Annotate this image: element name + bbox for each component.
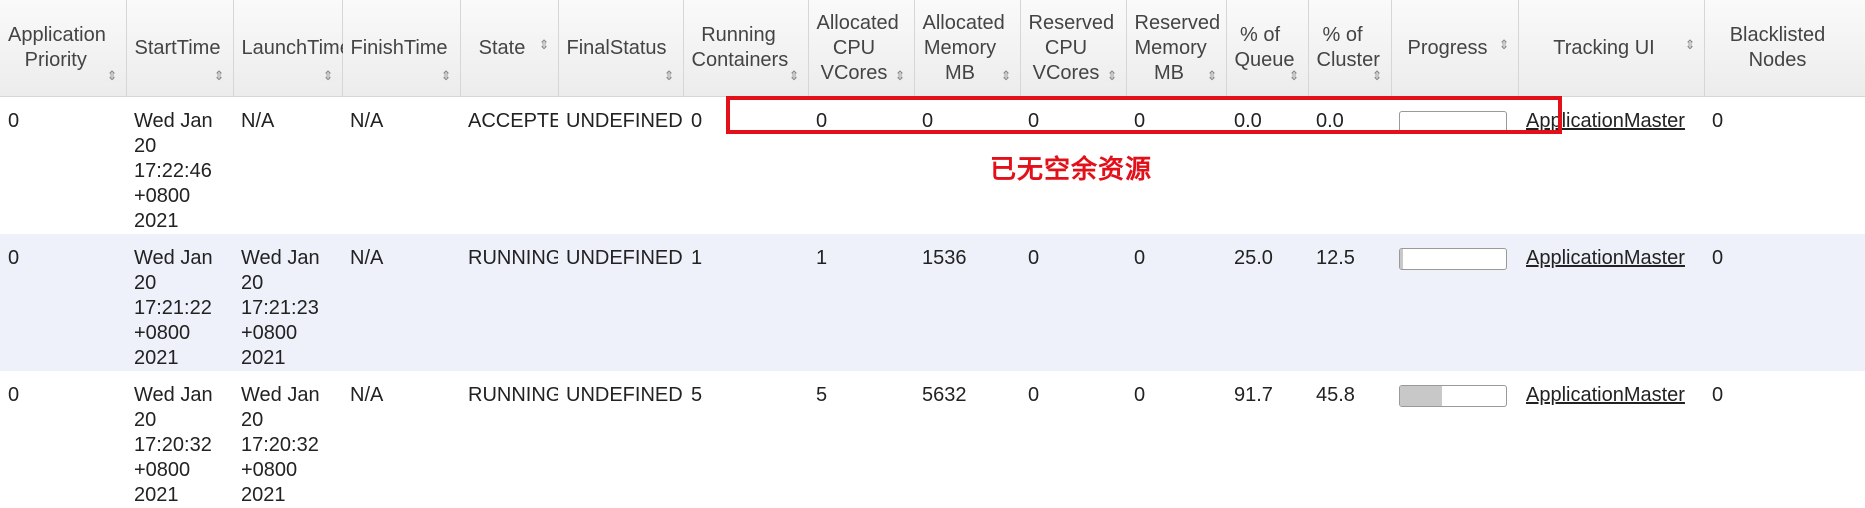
cell-final-status: UNDEFINED	[566, 110, 683, 132]
cell-priority: 0	[8, 110, 20, 132]
col-header-blacklisted-nodes[interactable]: Blacklisted Nodes	[1703, 0, 1865, 97]
cell-state: RUNNING	[460, 234, 558, 371]
application-master-link[interactable]: ApplicationMaster	[1526, 247, 1685, 269]
cell-state: ACCEPTED	[468, 110, 558, 132]
cell-reserved-memory: 0	[1126, 234, 1226, 371]
col-header-reserved-memory-mb[interactable]: Reserved Memory MB ⇕	[1125, 0, 1227, 97]
col-header-reserved-cpu-vcores[interactable]: Reserved CPU VCores ⇕	[1019, 0, 1127, 97]
cell-running-containers: 0	[691, 110, 703, 132]
col-header-allocated-memory-mb[interactable]: Allocated Memory MB ⇕	[913, 0, 1021, 97]
cell-pct-cluster: 0.0	[1316, 110, 1344, 132]
progress-bar	[1399, 111, 1507, 133]
sort-icon: ⇕	[1206, 68, 1218, 83]
table-row: 0 Wed Jan 20 17:20:32 +0800 2021 Wed Jan…	[0, 371, 1865, 508]
cell-tracking-ui: ApplicationMaster	[1518, 371, 1704, 508]
cell-launch-time: Wed Jan 20 17:20:32 +0800 2021	[241, 384, 320, 506]
cell-pct-queue: 25.0	[1226, 234, 1308, 371]
cell-launch-time: N/A	[241, 110, 275, 132]
cell-start-time: Wed Jan 20 17:20:32 +0800 2021	[134, 384, 213, 506]
progress-fill	[1400, 386, 1443, 406]
cell-reserved-memory: 0	[1134, 384, 1146, 406]
cell-progress	[1391, 371, 1518, 508]
cell-state: RUNNING	[468, 384, 558, 406]
col-header-finish-time[interactable]: FinishTime ⇕	[341, 0, 461, 97]
cell-final-status: UNDEFINED	[566, 384, 683, 406]
cell-start-time: Wed Jan 20 17:21:22 +0800 2021	[126, 234, 233, 371]
cell-blacklisted-nodes: 0	[1704, 234, 1865, 371]
cell-progress	[1391, 97, 1518, 235]
applications-table: Application Priority ⇕ StartTime ⇕ LaunchT…	[0, 0, 1865, 508]
progress-fill	[1400, 249, 1404, 269]
sort-icon: ⇕	[213, 68, 225, 83]
col-header-tracking-ui[interactable]: Tracking UI ⇕	[1517, 0, 1705, 97]
cell-tracking-ui: ApplicationMaster	[1518, 97, 1704, 235]
cell-allocated-memory: 5632	[922, 384, 967, 406]
cell-finish-time: N/A	[342, 234, 460, 371]
cell-priority: 0	[8, 384, 20, 406]
cell-reserved-vcores: 0	[1028, 384, 1040, 406]
cell-running-containers: 5	[691, 384, 703, 406]
col-header-pct-of-queue[interactable]: % of Queue ⇕	[1225, 0, 1309, 97]
col-header-allocated-cpu-vcores[interactable]: Allocated CPU VCores ⇕	[807, 0, 915, 97]
table-row: 0 Wed Jan 20 17:21:22 +0800 2021 Wed Jan…	[0, 234, 1865, 371]
progress-bar	[1399, 248, 1507, 270]
col-header-application-priority[interactable]: Application Priority ⇕	[0, 0, 127, 97]
sort-icon: ⇕	[788, 68, 800, 83]
cell-blacklisted-nodes: 0	[1712, 110, 1724, 132]
col-header-state[interactable]: State ⇕	[459, 0, 559, 97]
sort-icon: ⇕	[1684, 37, 1696, 52]
cell-allocated-vcores: 0	[816, 110, 828, 132]
cell-allocated-vcores: 1	[808, 234, 914, 371]
sort-icon: ⇕	[440, 68, 452, 83]
cell-allocated-memory: 1536	[914, 234, 1020, 371]
col-header-pct-of-cluster[interactable]: % of Cluster ⇕	[1307, 0, 1392, 97]
sort-icon: ⇕	[1288, 68, 1300, 83]
col-header-start-time[interactable]: StartTime ⇕	[125, 0, 234, 97]
table-row: 0 Wed Jan 20 17:22:46 +0800 2021 N/A N/A…	[0, 97, 1865, 235]
sort-icon: ⇕	[538, 37, 550, 52]
col-header-progress[interactable]: Progress ⇕	[1390, 0, 1519, 97]
sort-icon: ⇕	[1371, 68, 1383, 83]
application-master-link[interactable]: ApplicationMaster	[1526, 110, 1685, 132]
col-header-launch-time[interactable]: LaunchTime ⇕	[232, 0, 351, 97]
cell-allocated-vcores: 5	[816, 384, 828, 406]
cell-tracking-ui: ApplicationMaster	[1518, 234, 1704, 371]
sort-icon: ⇕	[1000, 68, 1012, 83]
sort-icon: ⇕	[322, 68, 334, 83]
cell-start-time: Wed Jan 20 17:22:46 +0800 2021	[134, 110, 213, 232]
sort-icon: ⇕	[1498, 37, 1510, 52]
sort-icon: ⇕	[106, 68, 118, 83]
col-header-running-containers[interactable]: Running Containers ⇕	[682, 0, 809, 97]
cell-final-status: UNDEFINED	[558, 234, 683, 371]
sort-icon: ⇕	[894, 68, 906, 83]
cell-running-containers: 1	[683, 234, 808, 371]
application-master-link[interactable]: ApplicationMaster	[1526, 384, 1685, 406]
cell-launch-time: Wed Jan 20 17:21:23 +0800 2021	[233, 234, 342, 371]
col-header-final-status[interactable]: FinalStatus ⇕	[557, 0, 684, 97]
cell-reserved-vcores: 0	[1020, 234, 1126, 371]
cell-finish-time: N/A	[350, 384, 384, 406]
sort-icon: ⇕	[663, 68, 675, 83]
cell-pct-queue: 91.7	[1234, 384, 1273, 406]
progress-bar	[1399, 385, 1507, 407]
cell-pct-cluster: 12.5	[1308, 234, 1391, 371]
cell-priority: 0	[0, 234, 126, 371]
annotation-text: 已无空余资源	[990, 155, 1153, 185]
cell-pct-queue: 0.0	[1234, 110, 1262, 132]
cell-blacklisted-nodes: 0	[1712, 384, 1724, 406]
cell-progress	[1391, 234, 1518, 371]
header-row: Application Priority ⇕ StartTime ⇕ LaunchT…	[0, 0, 1865, 97]
cell-pct-cluster: 45.8	[1316, 384, 1355, 406]
cell-finish-time: N/A	[350, 110, 384, 132]
sort-icon: ⇕	[1106, 68, 1118, 83]
